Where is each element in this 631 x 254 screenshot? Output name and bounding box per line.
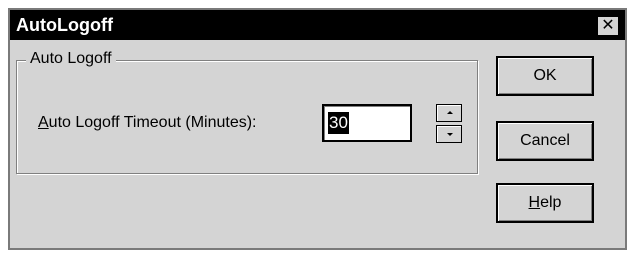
timeout-spinner — [436, 104, 462, 144]
window-title: AutoLogoff — [16, 15, 113, 35]
close-icon: ✕ — [601, 17, 615, 34]
timeout-label-mnemonic: A — [38, 114, 49, 131]
spin-down-button[interactable] — [436, 125, 462, 143]
chevron-up-icon — [447, 111, 453, 114]
ok-button[interactable]: OK — [496, 56, 594, 96]
timeout-input[interactable]: 30 — [322, 104, 412, 142]
group-label: Auto Logoff — [26, 50, 116, 68]
close-button[interactable]: ✕ — [597, 16, 619, 36]
chevron-down-icon — [447, 133, 453, 136]
timeout-label-text: uto Logoff Timeout (Minutes): — [48, 114, 257, 131]
timeout-value: 30 — [328, 112, 349, 134]
cancel-button[interactable]: Cancel — [496, 121, 594, 161]
help-mnemonic: H — [528, 194, 541, 211]
help-button[interactable]: Help — [496, 183, 594, 223]
title-bar: AutoLogoff ✕ — [10, 10, 625, 40]
help-label: elp — [540, 194, 562, 211]
spin-up-button[interactable] — [436, 104, 462, 122]
timeout-label: Auto Logoff Timeout (Minutes): — [38, 114, 256, 132]
